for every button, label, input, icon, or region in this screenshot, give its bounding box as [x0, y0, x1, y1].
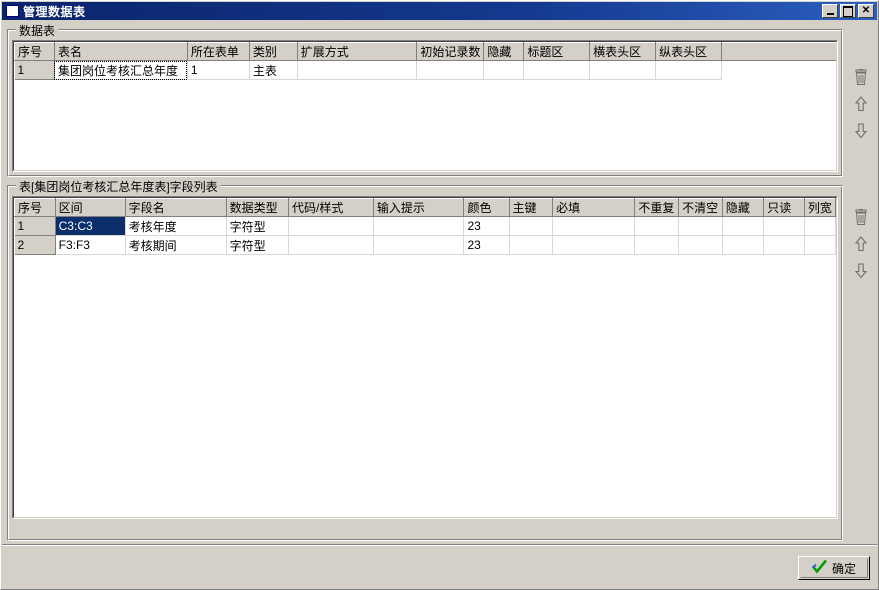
fcell-hidden[interactable] [722, 216, 765, 236]
window-icon [6, 5, 19, 17]
col-header-form[interactable]: 所在表单 [186, 42, 250, 61]
footer-divider [2, 544, 877, 546]
datatable-table: 序号 表名 所在表单 类别 扩展方式 初始记录数 隐藏 标题区 横表头区 纵表头… [14, 42, 836, 80]
cell-form[interactable]: 1 [187, 60, 250, 80]
cell-colheaderarea[interactable] [655, 60, 723, 80]
fcell-range[interactable]: F3:F3 [55, 235, 126, 255]
fcell-unique[interactable] [634, 235, 680, 255]
fcell-codestyle[interactable] [288, 216, 374, 236]
fcol-header-colwidth[interactable]: 列宽 [803, 198, 836, 217]
window-controls: ✕ [822, 4, 875, 18]
fcell-colwidth[interactable] [804, 235, 836, 255]
col-header-rowheaderarea[interactable]: 横表头区 [589, 42, 657, 61]
fcell-inputhint[interactable] [373, 216, 465, 236]
col-header-serial[interactable]: 序号 [14, 42, 55, 61]
cell-rowheaderarea[interactable] [589, 60, 657, 80]
fcol-header-primarykey[interactable]: 主键 [508, 198, 554, 217]
fcol-header-datatype[interactable]: 数据类型 [225, 198, 290, 217]
title-bar: 管理数据表 ✕ [2, 2, 877, 20]
delete-icon[interactable] [851, 207, 871, 227]
maximize-button[interactable] [840, 4, 856, 18]
fcell-required[interactable] [552, 235, 636, 255]
fcell-serial[interactable]: 1 [14, 216, 56, 236]
cell-category[interactable]: 主表 [249, 60, 298, 80]
fcell-range[interactable]: C3:C3 [55, 216, 126, 236]
fcol-header-hidden[interactable]: 隐藏 [721, 198, 765, 217]
fcell-readonly[interactable] [763, 235, 805, 255]
cell-expandmode[interactable] [297, 60, 418, 80]
fcol-header-inputhint[interactable]: 输入提示 [372, 198, 465, 217]
fcell-noclear[interactable] [678, 235, 723, 255]
fcol-header-unique[interactable]: 不重复 [634, 198, 680, 217]
fcol-header-fieldname[interactable]: 字段名 [124, 198, 227, 217]
col-header-titlearea[interactable]: 标题区 [523, 42, 591, 61]
cell-initrecords[interactable] [416, 60, 485, 80]
fcol-header-codestyle[interactable]: 代码/样式 [288, 198, 374, 217]
cell-tablename[interactable]: 集团岗位考核汇总年度 [54, 60, 188, 80]
ok-button[interactable]: 确定 [798, 556, 870, 580]
checkmark-icon [811, 559, 828, 577]
fcol-header-serial[interactable]: 序号 [14, 198, 56, 217]
fcell-primarykey[interactable] [509, 235, 554, 255]
move-up-icon[interactable] [851, 234, 871, 254]
col-header-expandmode[interactable]: 扩展方式 [296, 42, 418, 61]
fcell-colwidth[interactable] [804, 216, 836, 236]
fcell-color[interactable]: 23 [463, 235, 510, 255]
fcell-primarykey[interactable] [509, 216, 554, 236]
fcell-required[interactable] [552, 216, 636, 236]
fcell-serial[interactable]: 2 [14, 235, 56, 255]
datatable-header-row: 序号 表名 所在表单 类别 扩展方式 初始记录数 隐藏 标题区 横表头区 纵表头… [14, 42, 836, 61]
fieldlist-side-toolbar [848, 207, 874, 281]
fcell-unique[interactable] [634, 216, 680, 236]
cell-filler [721, 60, 836, 80]
col-header-category[interactable]: 类别 [248, 42, 298, 61]
cell-hidden[interactable] [483, 60, 525, 80]
fcell-hidden[interactable] [722, 235, 765, 255]
datatable-groupbox: 数据表 序号 表名 所在表单 类别 扩展方式 初始记录数 隐藏 标题区 横表头区… [7, 22, 843, 177]
table-row[interactable]: 2 F3:F3 考核期间 字符型 23 [14, 235, 836, 255]
col-header-hidden[interactable]: 隐藏 [483, 42, 525, 61]
datatable-side-toolbar [848, 67, 874, 141]
col-header-initrecords[interactable]: 初始记录数 [416, 42, 485, 61]
fieldlist-groupbox: 表[集团岗位考核汇总年度表]字段列表 序号 区间 字段名 数据类型 代码/样式 … [7, 178, 843, 541]
fcol-header-range[interactable]: 区间 [54, 198, 126, 217]
cell-titlearea[interactable] [523, 60, 591, 80]
fcell-noclear[interactable] [678, 216, 723, 236]
col-header-colheaderarea[interactable]: 纵表头区 [655, 42, 723, 61]
fcell-fieldname[interactable]: 考核期间 [125, 235, 227, 255]
fieldlist-header-row: 序号 区间 字段名 数据类型 代码/样式 输入提示 颜色 主键 必填 不重复 不… [14, 198, 836, 217]
dialog-window: 管理数据表 ✕ 数据表 序号 表名 所在表单 类别 扩展方式 初始记录数 隐藏 … [0, 0, 879, 590]
fcell-fieldname[interactable]: 考核年度 [125, 216, 227, 236]
datatable-group-title: 数据表 [16, 22, 59, 39]
move-down-icon[interactable] [851, 121, 871, 141]
close-button[interactable]: ✕ [858, 4, 874, 18]
fieldlist-grid[interactable]: 序号 区间 字段名 数据类型 代码/样式 输入提示 颜色 主键 必填 不重复 不… [12, 196, 838, 519]
fieldlist-group-title: 表[集团岗位考核汇总年度表]字段列表 [16, 178, 221, 195]
table-row[interactable]: 1 集团岗位考核汇总年度 1 主表 [14, 60, 836, 80]
col-header-tablename[interactable]: 表名 [53, 42, 188, 61]
cell-serial[interactable]: 1 [14, 60, 55, 80]
fcell-color[interactable]: 23 [463, 216, 510, 236]
move-up-icon[interactable] [851, 94, 871, 114]
minimize-button[interactable] [822, 4, 838, 18]
fcol-header-noclear[interactable]: 不清空 [678, 198, 723, 217]
fcell-readonly[interactable] [763, 216, 805, 236]
close-icon: ✕ [861, 5, 871, 16]
delete-icon[interactable] [851, 67, 871, 87]
fcell-datatype[interactable]: 字符型 [226, 216, 290, 236]
table-row[interactable]: 1 C3:C3 考核年度 字符型 23 [14, 216, 836, 236]
fcol-header-color[interactable]: 颜色 [463, 198, 510, 217]
fcol-header-readonly[interactable]: 只读 [763, 198, 805, 217]
ok-button-label: 确定 [831, 561, 856, 576]
fcell-codestyle[interactable] [288, 235, 374, 255]
col-header-filler [721, 42, 836, 61]
move-down-icon[interactable] [851, 261, 871, 281]
window-title: 管理数据表 [23, 4, 86, 19]
fcell-datatype[interactable]: 字符型 [226, 235, 290, 255]
fcol-header-required[interactable]: 必填 [552, 198, 636, 217]
datatable-grid[interactable]: 序号 表名 所在表单 类别 扩展方式 初始记录数 隐藏 标题区 横表头区 纵表头… [12, 40, 838, 172]
fcell-inputhint[interactable] [373, 235, 465, 255]
fieldlist-table: 序号 区间 字段名 数据类型 代码/样式 输入提示 颜色 主键 必填 不重复 不… [14, 198, 836, 255]
